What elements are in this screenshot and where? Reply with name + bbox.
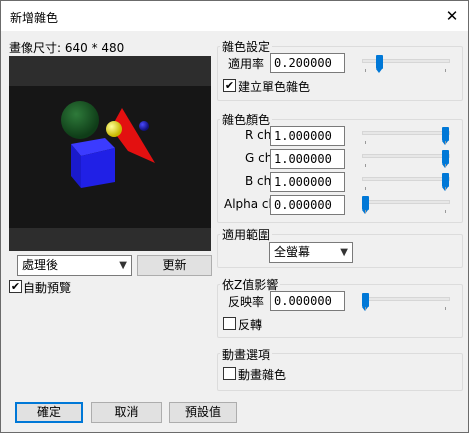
- defaults-button[interactable]: 預設值: [169, 402, 237, 423]
- noise-settings-title: 雜色設定: [220, 38, 273, 55]
- invert-label: 反轉: [238, 318, 263, 332]
- ok-button[interactable]: 確定: [15, 402, 83, 423]
- range-value: 全螢幕: [274, 245, 311, 259]
- g-channel-input[interactable]: 1.000000: [270, 149, 345, 169]
- slider-tick: [365, 210, 366, 213]
- image-size-label: 畫像尺寸: 640 * 480: [9, 41, 125, 55]
- rate-label: 適用率: [228, 57, 265, 71]
- r-channel-label: R ch: [245, 128, 272, 142]
- r-channel-slider[interactable]: [362, 131, 450, 135]
- alpha-channel-input[interactable]: 0.000000: [270, 195, 345, 215]
- b-channel-slider-thumb[interactable]: [442, 173, 449, 191]
- reflect-slider-thumb[interactable]: [362, 293, 369, 311]
- auto-preview-checkbox[interactable]: ✔: [9, 280, 22, 293]
- g-channel-slider-thumb[interactable]: [442, 150, 449, 168]
- animation-title: 動畫選項: [220, 346, 273, 363]
- green-sphere: [61, 101, 99, 139]
- slider-tick: [445, 210, 446, 213]
- slider-tick: [445, 164, 446, 167]
- slider-tick: [445, 187, 446, 190]
- blue-sphere: [139, 121, 149, 131]
- view-mode-select[interactable]: 處理後 ▼: [17, 255, 132, 276]
- close-icon[interactable]: ✕: [440, 4, 464, 28]
- rate-input[interactable]: 0.200000: [270, 53, 345, 73]
- animate-noise-checkbox[interactable]: [223, 367, 236, 380]
- animate-noise-label: 動畫雜色: [238, 368, 287, 382]
- slider-tick: [365, 69, 366, 72]
- title-bar: 新增雜色 ✕: [1, 1, 468, 31]
- r-channel-slider-thumb[interactable]: [442, 127, 449, 145]
- slider-tick: [445, 69, 446, 72]
- slider-tick: [445, 307, 446, 310]
- g-channel-label: G ch: [245, 151, 273, 165]
- alpha-channel-slider-thumb[interactable]: [362, 196, 369, 214]
- chevron-down-icon: ▼: [340, 247, 348, 258]
- g-channel-slider[interactable]: [362, 154, 450, 158]
- slider-tick: [365, 164, 366, 167]
- view-mode-value: 處理後: [22, 258, 59, 272]
- b-channel-slider[interactable]: [362, 177, 450, 181]
- mono-noise-checkbox[interactable]: ✔: [223, 79, 236, 92]
- dialog-window: 新增雜色 ✕ 畫像尺寸: 640 * 480 處理後 ▼ 更新 ✔ 自動預覽 雜…: [0, 0, 469, 433]
- reflect-slider[interactable]: [362, 297, 450, 301]
- slider-tick: [365, 187, 366, 190]
- yellow-sphere: [106, 121, 122, 137]
- mono-noise-label: 建立單色雜色: [238, 80, 311, 94]
- slider-tick: [445, 141, 446, 144]
- noise-color-title: 雜色顏色: [220, 111, 273, 128]
- alpha-channel-slider[interactable]: [362, 200, 450, 204]
- b-channel-input[interactable]: 1.000000: [270, 172, 345, 192]
- alpha-channel-label: Alpha ch: [224, 197, 277, 211]
- chevron-down-icon: ▼: [119, 260, 127, 271]
- slider-tick: [365, 307, 366, 310]
- rate-slider-thumb[interactable]: [376, 55, 383, 73]
- auto-preview-label: 自動預覽: [23, 281, 72, 295]
- invert-checkbox[interactable]: [223, 317, 236, 330]
- preview-scene: [61, 101, 155, 188]
- range-title: 適用範圍: [220, 226, 273, 243]
- reflect-input[interactable]: 0.000000: [270, 291, 345, 311]
- slider-tick: [365, 141, 366, 144]
- reflect-label: 反映率: [228, 295, 265, 309]
- cancel-button[interactable]: 取消: [91, 402, 162, 423]
- preview-canvas: [9, 56, 211, 251]
- refresh-button[interactable]: 更新: [137, 255, 212, 276]
- window-title: 新增雜色: [10, 11, 59, 25]
- r-channel-input[interactable]: 1.000000: [270, 126, 345, 146]
- b-channel-label: B ch: [245, 174, 272, 188]
- range-select[interactable]: 全螢幕 ▼: [269, 242, 353, 263]
